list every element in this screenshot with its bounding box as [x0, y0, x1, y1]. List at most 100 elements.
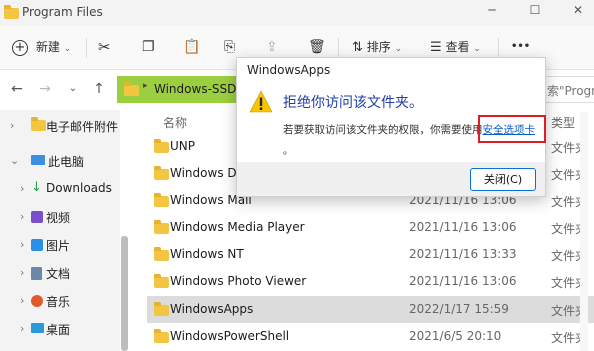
file-row[interactable]: Windows Photo Viewer 2021/11/16 13:06 文件…: [147, 268, 594, 295]
sidebar-item-label: Downloads: [46, 181, 112, 195]
column-header-type[interactable]: 类型: [551, 114, 575, 131]
title-bar: Program Files ─ ☐ ✕: [0, 0, 594, 26]
close-window-button[interactable]: ✕: [568, 3, 588, 21]
folder-icon: [154, 274, 169, 288]
chevron-down-icon: ⌄: [10, 154, 20, 167]
minimize-button[interactable]: ─: [482, 3, 502, 21]
sort-icon: ⇅: [352, 40, 363, 55]
view-button[interactable]: ☰ 查看 ⌄: [430, 36, 481, 58]
sidebar-item-label: 音乐: [46, 295, 71, 309]
up-icon[interactable]: ↑: [91, 81, 107, 97]
new-label: 新建: [35, 40, 60, 54]
sidebar-item-pictures[interactable]: › 图片: [0, 231, 120, 259]
file-name: Windows NT: [170, 247, 244, 261]
folder-icon: [154, 302, 169, 316]
file-name: WindowsApps: [170, 302, 254, 316]
toolbar-divider: [86, 38, 87, 58]
file-row[interactable]: Windows NT 2021/11/16 13:33 文件夹: [147, 241, 594, 268]
chevron-right-icon: ›: [20, 322, 25, 335]
chevron-right-icon: ›: [20, 210, 25, 223]
chevron-down-icon[interactable]: ⌄: [65, 81, 81, 97]
highlight-box: [478, 115, 546, 143]
music-icon: [31, 295, 43, 307]
navigation-pane: › 电子邮件附件 ⌄ 此电脑 › ↓ Downloads › 视频 › 图片 ›…: [0, 110, 120, 351]
dialog-footer: 关闭(C): [237, 162, 545, 196]
folder-icon: [31, 117, 46, 131]
sidebar-item-downloads[interactable]: › ↓ Downloads: [0, 175, 120, 203]
access-denied-dialog: WindowsApps 拒绝你访问该文件夹。 若要获取访问该文件夹的权限，你需要…: [236, 57, 546, 197]
sidebar-item-documents[interactable]: › 文档: [0, 259, 120, 287]
folder-icon: [154, 166, 169, 180]
file-date: 2021/11/16 13:06: [409, 274, 517, 288]
folder-icon: [154, 139, 169, 153]
maximize-button[interactable]: ☐: [525, 3, 545, 21]
sidebar-item-this-pc[interactable]: ⌄ 此电脑: [0, 147, 120, 175]
back-icon[interactable]: ←: [9, 81, 25, 97]
sidebar-item-label: 此电脑: [48, 155, 85, 169]
chevron-right-icon: ›: [20, 182, 25, 195]
file-date: 2022/1/17 15:59: [409, 302, 509, 316]
chevron-right-icon: ›: [20, 238, 25, 251]
share-icon[interactable]: ⇪: [266, 36, 278, 58]
document-icon: [31, 267, 42, 280]
sidebar-item-label: 文档: [46, 267, 71, 281]
file-date: 2021/6/5 20:10: [409, 329, 502, 343]
rename-icon[interactable]: ⎘: [224, 36, 235, 58]
pc-icon: [31, 155, 45, 165]
sidebar-scrollbar[interactable]: [121, 236, 128, 351]
cut-icon[interactable]: ✂: [98, 36, 111, 58]
paste-icon[interactable]: 📋: [183, 36, 200, 58]
forward-icon[interactable]: →: [37, 81, 53, 97]
file-row-selected[interactable]: WindowsApps 2022/1/17 15:59 文件夹: [147, 296, 594, 323]
chevron-down-icon: ⌄: [63, 44, 72, 54]
picture-icon: [31, 239, 43, 251]
video-icon: [31, 211, 43, 223]
address-bar[interactable]: ▸ Windows-SSD (C: [117, 76, 253, 103]
sidebar-item-music[interactable]: › 音乐: [0, 287, 120, 315]
sidebar-item-email-attachments[interactable]: › 电子邮件附件: [0, 112, 120, 140]
chevron-down-icon: ⌄: [473, 44, 481, 54]
column-header-name[interactable]: 名称: [163, 114, 187, 131]
file-name: UNP: [170, 139, 195, 153]
folder-icon: [154, 193, 169, 207]
chevron-right-icon: ▸: [143, 81, 148, 91]
file-date: 2021/11/16 13:06: [409, 220, 517, 234]
folder-icon: [154, 247, 169, 261]
chevron-right-icon: ›: [10, 119, 15, 132]
sort-label: 排序: [366, 40, 391, 54]
sidebar-item-label: 电子邮件附件: [46, 120, 119, 134]
file-row[interactable]: Windows Media Player 2021/11/16 13:06 文件…: [147, 214, 594, 241]
folder-icon: [124, 82, 139, 96]
delete-icon[interactable]: 🗑: [308, 36, 326, 58]
sidebar-item-desktop[interactable]: › 桌面: [0, 315, 120, 343]
sort-button[interactable]: ⇅ 排序 ⌄: [352, 36, 402, 58]
window-title: Program Files: [22, 5, 103, 19]
file-name: Windows Media Player: [170, 220, 305, 234]
toolbar-divider: [338, 38, 339, 58]
desktop-icon: [31, 323, 44, 333]
folder-icon: [154, 329, 169, 343]
view-label: 查看: [445, 40, 470, 54]
chevron-right-icon: ›: [20, 266, 25, 279]
warning-icon: [249, 90, 273, 113]
file-name: Windows Photo Viewer: [170, 274, 307, 288]
new-button[interactable]: + 新建 ⌄: [12, 36, 71, 58]
file-date: 2021/11/16 13:33: [409, 247, 517, 261]
sidebar-item-label: 视频: [46, 211, 71, 225]
sidebar-item-label: 桌面: [46, 323, 71, 337]
chevron-down-icon: ⌄: [394, 44, 403, 54]
copy-icon[interactable]: ❐: [142, 36, 155, 58]
sidebar-item-videos[interactable]: › 视频: [0, 203, 120, 231]
close-button[interactable]: 关闭(C): [470, 168, 536, 191]
download-icon: ↓: [31, 180, 42, 195]
folder-icon: [4, 5, 19, 19]
more-button[interactable]: •••: [511, 36, 530, 58]
dialog-title: WindowsApps: [247, 63, 331, 77]
file-row[interactable]: WindowsPowerShell 2021/6/5 20:10 文件夹: [147, 323, 594, 350]
sidebar-item-label: 图片: [46, 239, 71, 253]
file-list-scrollbar[interactable]: [580, 112, 588, 351]
plus-icon: +: [12, 39, 28, 56]
chevron-right-icon: ›: [20, 294, 25, 307]
dialog-heading: 拒绝你访问该文件夹。: [283, 95, 423, 111]
view-icon: ☰: [430, 40, 442, 55]
